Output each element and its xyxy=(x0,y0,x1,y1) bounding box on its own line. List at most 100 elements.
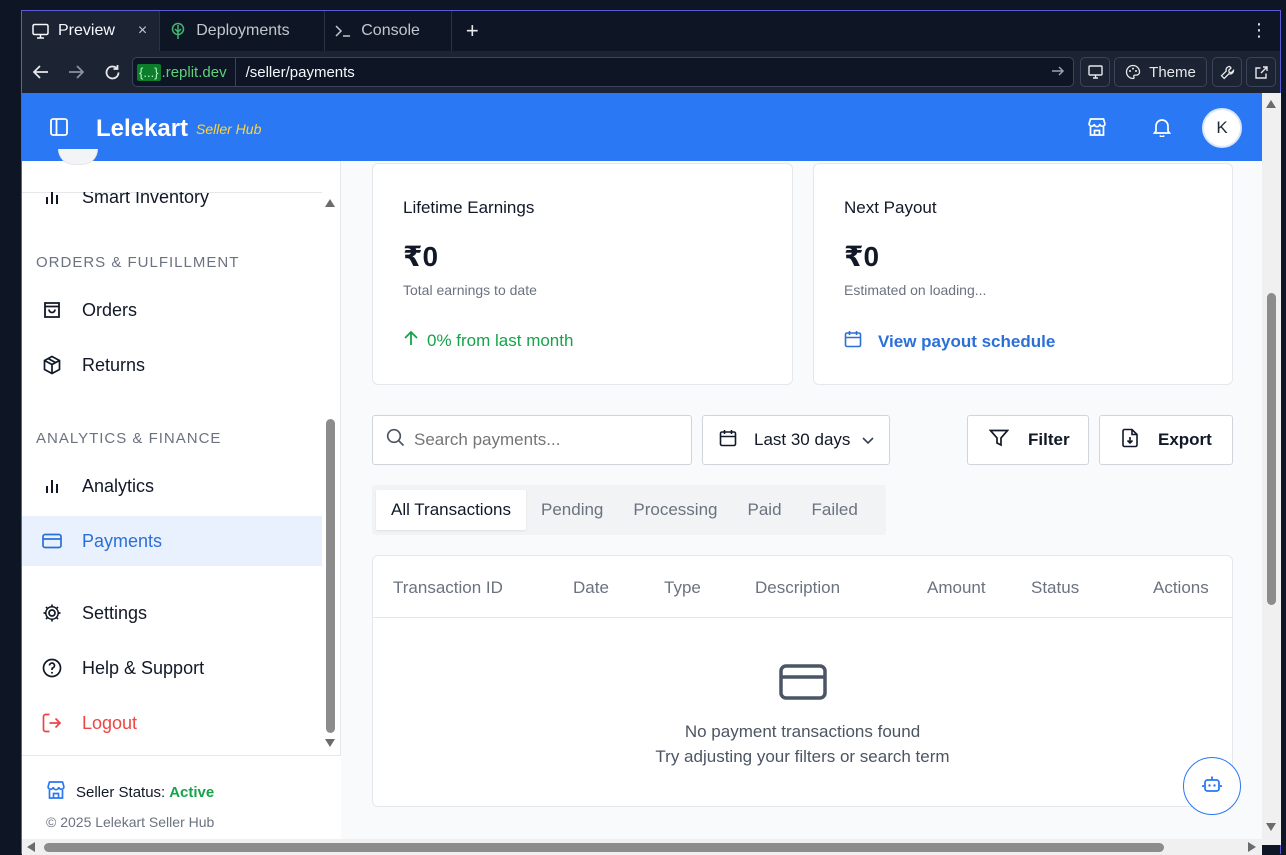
card-subtitle: Estimated on loading... xyxy=(844,282,987,298)
column-type[interactable]: Type xyxy=(664,578,701,598)
growth-text: 0% from last month xyxy=(427,330,574,350)
scroll-down-icon[interactable] xyxy=(1266,823,1276,831)
scrollbar-thumb[interactable] xyxy=(1267,293,1276,605)
export-button[interactable]: Export xyxy=(1099,415,1233,465)
tab-console[interactable]: Console xyxy=(325,11,453,51)
sidebar-item-payments[interactable]: Payments xyxy=(22,516,322,566)
scrollbar-thumb[interactable] xyxy=(44,843,1164,852)
table-header: Transaction ID Date Type Description Amo… xyxy=(373,556,1232,618)
view-payout-schedule-link[interactable]: View payout schedule xyxy=(844,330,1055,353)
go-arrow-icon[interactable] xyxy=(1051,64,1065,83)
page-vertical-scrollbar[interactable] xyxy=(1262,93,1281,845)
date-range-label: Last 30 days xyxy=(754,430,851,449)
store-icon[interactable] xyxy=(1087,117,1107,142)
sidebar-item-logout[interactable]: Logout xyxy=(22,698,322,748)
sidebar-item-analytics[interactable]: Analytics xyxy=(22,461,322,511)
brand-subtitle: Seller Hub xyxy=(196,121,262,137)
address-bar: {...} .replit.dev /seller/payments Theme xyxy=(22,51,1280,93)
column-transaction-id[interactable]: Transaction ID xyxy=(393,578,503,598)
section-orders-heading: ORDERS & FULFILLMENT xyxy=(36,254,240,271)
monitor-icon xyxy=(31,22,49,40)
next-payout-card: Next Payout ₹0 Estimated on loading... V… xyxy=(813,163,1233,385)
sidebar-scroll-up-icon[interactable] xyxy=(325,199,335,207)
tab-pending[interactable]: Pending xyxy=(526,490,618,530)
column-description[interactable]: Description xyxy=(755,578,840,598)
gear-icon xyxy=(42,603,62,623)
avatar[interactable]: K xyxy=(1202,108,1242,148)
sidebar-item-settings[interactable]: Settings xyxy=(22,588,322,638)
sidebar-item-help[interactable]: Help & Support xyxy=(22,643,322,693)
credit-card-icon xyxy=(42,531,62,551)
transactions-table: Transaction ID Date Type Description Amo… xyxy=(372,555,1233,807)
transaction-tabs: All Transactions Pending Processing Paid… xyxy=(372,485,886,535)
tab-label: Deployments xyxy=(196,22,290,39)
column-status[interactable]: Status xyxy=(1031,578,1079,598)
column-date[interactable]: Date xyxy=(573,578,609,598)
empty-state-hint: Try adjusting your filters or search ter… xyxy=(655,747,950,766)
url-host-text: .replit.dev xyxy=(161,63,227,81)
page-horizontal-scrollbar[interactable] xyxy=(22,839,1262,855)
tab-label: Console xyxy=(361,22,420,39)
card-value: ₹0 xyxy=(844,241,880,272)
bell-icon[interactable] xyxy=(1152,117,1172,142)
sidebar-item-label: Payments xyxy=(82,530,163,551)
tab-paid[interactable]: Paid xyxy=(733,490,797,530)
app-header: Lelekart Seller Hub K xyxy=(22,93,1262,161)
sidebar-footer: Seller Status: Active © 2025 Lelekart Se… xyxy=(22,755,341,839)
close-icon[interactable]: × xyxy=(138,22,147,40)
sidebar-scroll-down-icon[interactable] xyxy=(325,739,335,747)
filter-button[interactable]: Filter xyxy=(967,415,1089,465)
search-payments[interactable] xyxy=(372,415,692,465)
tab-failed[interactable]: Failed xyxy=(797,490,873,530)
open-external-button[interactable] xyxy=(1246,57,1276,87)
file-download-icon xyxy=(1121,428,1139,453)
sidebar-item-orders[interactable]: Orders xyxy=(22,285,322,335)
url-field[interactable]: {...} .replit.dev /seller/payments xyxy=(132,57,1074,87)
brand-name[interactable]: Lelekart xyxy=(96,115,188,143)
store-icon xyxy=(46,780,66,804)
search-input[interactable] xyxy=(414,430,674,450)
forward-arrow-icon[interactable] xyxy=(59,55,93,89)
tab-preview[interactable]: Preview × xyxy=(22,11,161,51)
assistant-button[interactable] xyxy=(1183,757,1241,815)
external-link-icon xyxy=(1254,65,1268,79)
column-amount[interactable]: Amount xyxy=(927,578,986,598)
sidebar-item-label: Orders xyxy=(82,299,138,320)
sidebar-item-smart-inventory[interactable]: Smart Inventory xyxy=(22,192,322,222)
devtools-button[interactable] xyxy=(1080,57,1110,87)
terminal-prompt-icon xyxy=(334,22,352,40)
copyright: © 2025 Lelekart Seller Hub xyxy=(46,814,215,830)
scroll-right-icon[interactable] xyxy=(1248,842,1256,852)
palette-icon xyxy=(1126,64,1141,80)
sidebar-scrollbar[interactable] xyxy=(326,419,335,733)
theme-label: Theme xyxy=(1149,63,1196,81)
new-tab-button[interactable]: + xyxy=(452,11,492,51)
theme-button[interactable]: Theme xyxy=(1114,57,1207,87)
reload-icon[interactable] xyxy=(95,55,129,89)
tab-deployments[interactable]: Deployments xyxy=(160,11,326,51)
wrench-icon xyxy=(1220,65,1234,79)
seller-status-label: Seller Status: xyxy=(76,783,166,801)
sidebar: Smart Inventory ORDERS & FULFILLMENT Ord… xyxy=(22,149,341,839)
sidebar-item-label: Help & Support xyxy=(82,657,205,678)
calendar-icon xyxy=(719,429,737,452)
sidebar-toggle-icon[interactable] xyxy=(50,118,68,141)
deploy-tree-icon xyxy=(169,22,187,40)
tab-processing[interactable]: Processing xyxy=(618,490,732,530)
scroll-left-icon[interactable] xyxy=(27,842,35,852)
more-menu-icon[interactable]: ⋮ xyxy=(1250,21,1268,39)
card-subtitle: Total earnings to date xyxy=(403,282,537,298)
bar-chart-icon xyxy=(42,192,62,207)
devices-icon xyxy=(1087,65,1103,79)
sidebar-item-returns[interactable]: Returns xyxy=(22,340,322,390)
scroll-up-icon[interactable] xyxy=(1266,100,1276,108)
browser-window: Preview × Deployments Console + ⋮ {...} … xyxy=(21,10,1281,855)
bar-chart-icon xyxy=(42,476,62,496)
tab-all-transactions[interactable]: All Transactions xyxy=(376,490,526,530)
back-arrow-icon[interactable] xyxy=(24,55,58,89)
export-label: Export xyxy=(1158,430,1212,449)
date-range-select[interactable]: Last 30 days xyxy=(702,415,890,465)
tools-button[interactable] xyxy=(1212,57,1242,87)
credit-card-icon xyxy=(779,664,827,705)
bot-icon xyxy=(1202,775,1222,798)
